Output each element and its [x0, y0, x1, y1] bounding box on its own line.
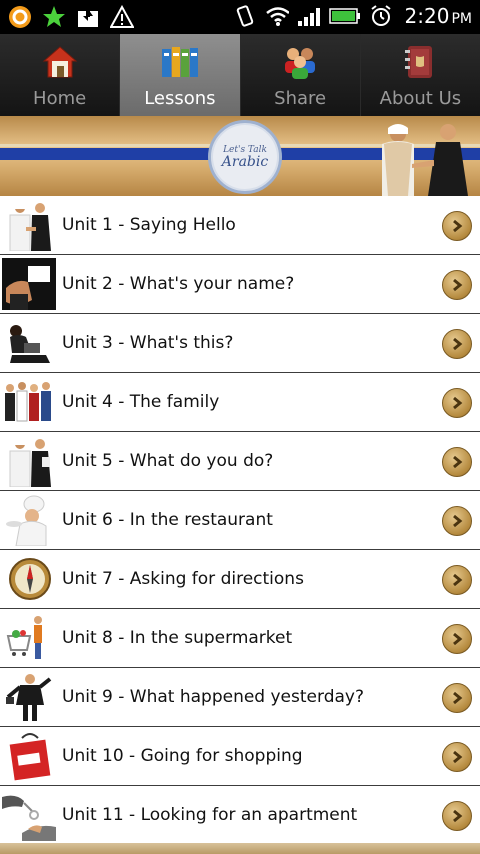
lesson-row[interactable]: Unit 4 - The family: [0, 373, 480, 432]
app-logo: Let's Talk Arabic: [208, 120, 282, 194]
chevron-right-icon[interactable]: [442, 624, 472, 654]
lesson-list: Unit 1 - Saying Hello Unit 2 - What's yo…: [0, 196, 480, 845]
lesson-label: Unit 9 - What happened yesterday?: [62, 687, 364, 707]
chevron-right-icon[interactable]: [442, 270, 472, 300]
lesson-label: Unit 1 - Saying Hello: [62, 215, 236, 235]
warning-icon: [110, 4, 134, 30]
tab-lessons-label: Lessons: [144, 88, 216, 109]
lesson-row[interactable]: Unit 9 - What happened yesterday?: [0, 668, 480, 727]
chevron-right-icon[interactable]: [442, 565, 472, 595]
tab-share-label: Share: [274, 88, 327, 109]
sale-bag-icon: [2, 730, 56, 782]
star-icon: [42, 4, 66, 30]
laptop-person-icon: [2, 317, 56, 369]
lesson-row[interactable]: Unit 2 - What's your name?: [0, 255, 480, 314]
tab-home-label: Home: [33, 88, 87, 109]
lesson-row[interactable]: Unit 5 - What do you do?: [0, 432, 480, 491]
people-icon: [279, 42, 321, 82]
chevron-right-icon[interactable]: [442, 683, 472, 713]
lesson-row[interactable]: Unit 10 - Going for shopping: [0, 727, 480, 786]
bottom-strip: [0, 843, 480, 854]
lesson-row[interactable]: Unit 1 - Saying Hello: [0, 196, 480, 255]
clock-time: 2:20: [404, 4, 450, 28]
shopping-cart-icon: [2, 612, 56, 664]
lesson-label: Unit 11 - Looking for an apartment: [62, 805, 358, 825]
tab-about-us[interactable]: About Us: [359, 34, 480, 116]
lesson-row[interactable]: Unit 3 - What's this?: [0, 314, 480, 373]
download-icon: [76, 4, 100, 30]
lesson-label: Unit 2 - What's your name?: [62, 274, 295, 294]
professions-icon: [2, 435, 56, 487]
clock: 2:20 PM: [405, 4, 472, 28]
tab-share[interactable]: Share: [239, 34, 360, 116]
lesson-label: Unit 5 - What do you do?: [62, 451, 274, 471]
chevron-right-icon[interactable]: [442, 211, 472, 241]
home-icon: [39, 42, 81, 82]
logo-main-text: Arabic: [221, 154, 269, 170]
lesson-row[interactable]: Unit 7 - Asking for directions: [0, 550, 480, 609]
chevron-right-icon[interactable]: [442, 388, 472, 418]
lesson-label: Unit 8 - In the supermarket: [62, 628, 293, 648]
signal-icon: [297, 3, 321, 29]
family-group-icon: [2, 376, 56, 428]
lesson-row[interactable]: Unit 11 - Looking for an apartment: [0, 786, 480, 845]
keys-icon: [2, 789, 56, 841]
chevron-right-icon[interactable]: [442, 506, 472, 536]
books-icon: [159, 42, 201, 82]
tab-lessons[interactable]: Lessons: [119, 34, 240, 116]
address-book-icon: [399, 42, 441, 82]
lesson-label: Unit 10 - Going for shopping: [62, 746, 303, 766]
lesson-row[interactable]: Unit 6 - In the restaurant: [0, 491, 480, 550]
lesson-label: Unit 6 - In the restaurant: [62, 510, 273, 530]
lesson-label: Unit 4 - The family: [62, 392, 220, 412]
tab-home[interactable]: Home: [0, 34, 120, 116]
businessman-icon: [2, 671, 56, 723]
lesson-label: Unit 7 - Asking for directions: [62, 569, 304, 589]
tab-bar: Home Lessons Share About Us: [0, 34, 480, 116]
chevron-right-icon[interactable]: [442, 742, 472, 772]
tab-about-us-label: About Us: [379, 88, 462, 109]
banner: Let's Talk Arabic: [0, 116, 480, 196]
chef-icon: [2, 494, 56, 546]
app-notification-icon: [8, 4, 32, 30]
lesson-row[interactable]: Unit 8 - In the supermarket: [0, 609, 480, 668]
banner-handshake-illustration: [372, 120, 476, 196]
vibrate-icon: [233, 3, 257, 29]
compass-icon: [2, 553, 56, 605]
chevron-right-icon[interactable]: [442, 329, 472, 359]
status-bar: 2:20 PM: [0, 0, 480, 34]
battery-icon: [328, 3, 361, 29]
alarm-icon: [369, 3, 393, 29]
lesson-label: Unit 3 - What's this?: [62, 333, 234, 353]
business-card-icon: [2, 258, 56, 310]
clock-ampm: PM: [451, 11, 472, 27]
wifi-icon: [265, 3, 289, 29]
handshake-icon: [2, 199, 56, 251]
chevron-right-icon[interactable]: [442, 447, 472, 477]
chevron-right-icon[interactable]: [442, 801, 472, 831]
